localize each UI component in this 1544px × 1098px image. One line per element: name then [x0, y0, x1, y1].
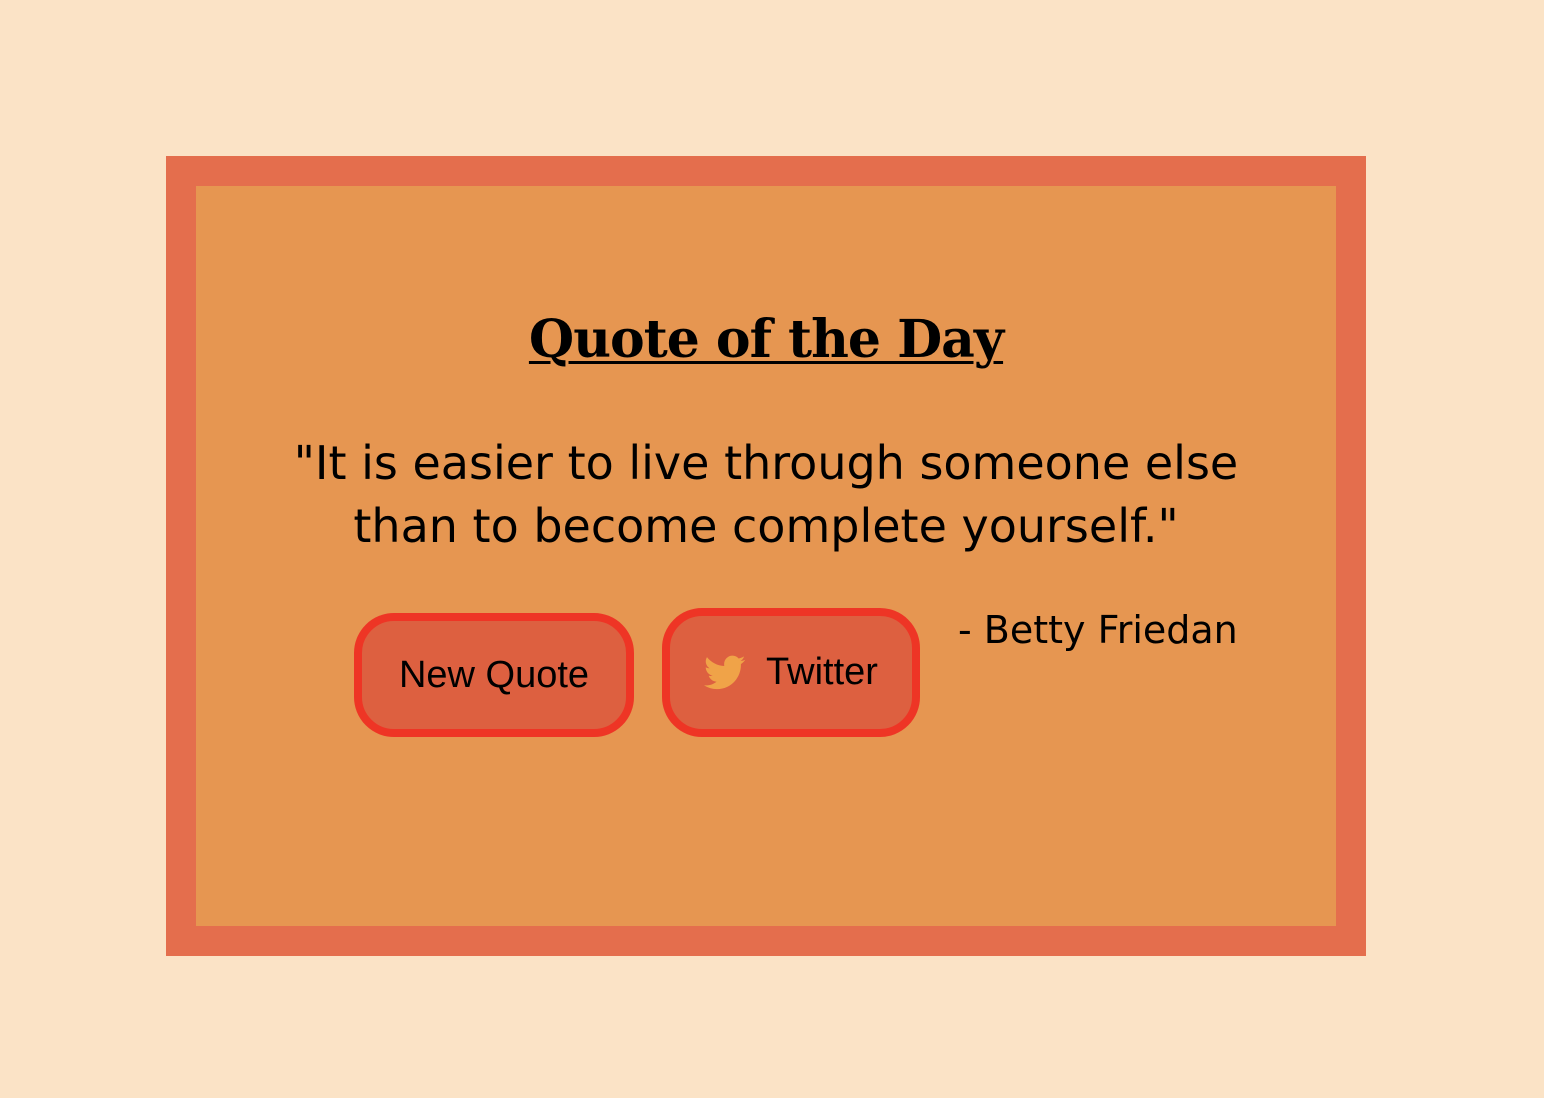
twitter-bird-icon	[704, 655, 746, 691]
quote-card: Quote of the Day "It is easier to live t…	[196, 186, 1336, 926]
twitter-button-label: Twitter	[766, 651, 878, 693]
quote-frame: Quote of the Day "It is easier to live t…	[166, 156, 1366, 956]
twitter-button[interactable]: Twitter	[662, 608, 920, 737]
quote-text: "It is easier to live through someone el…	[293, 436, 1239, 553]
new-quote-button[interactable]: New Quote	[354, 613, 634, 737]
quote-author: - Betty Friedan	[958, 608, 1238, 652]
page-title: Quote of the Day	[528, 309, 1004, 370]
new-quote-button-label: New Quote	[398, 653, 590, 696]
